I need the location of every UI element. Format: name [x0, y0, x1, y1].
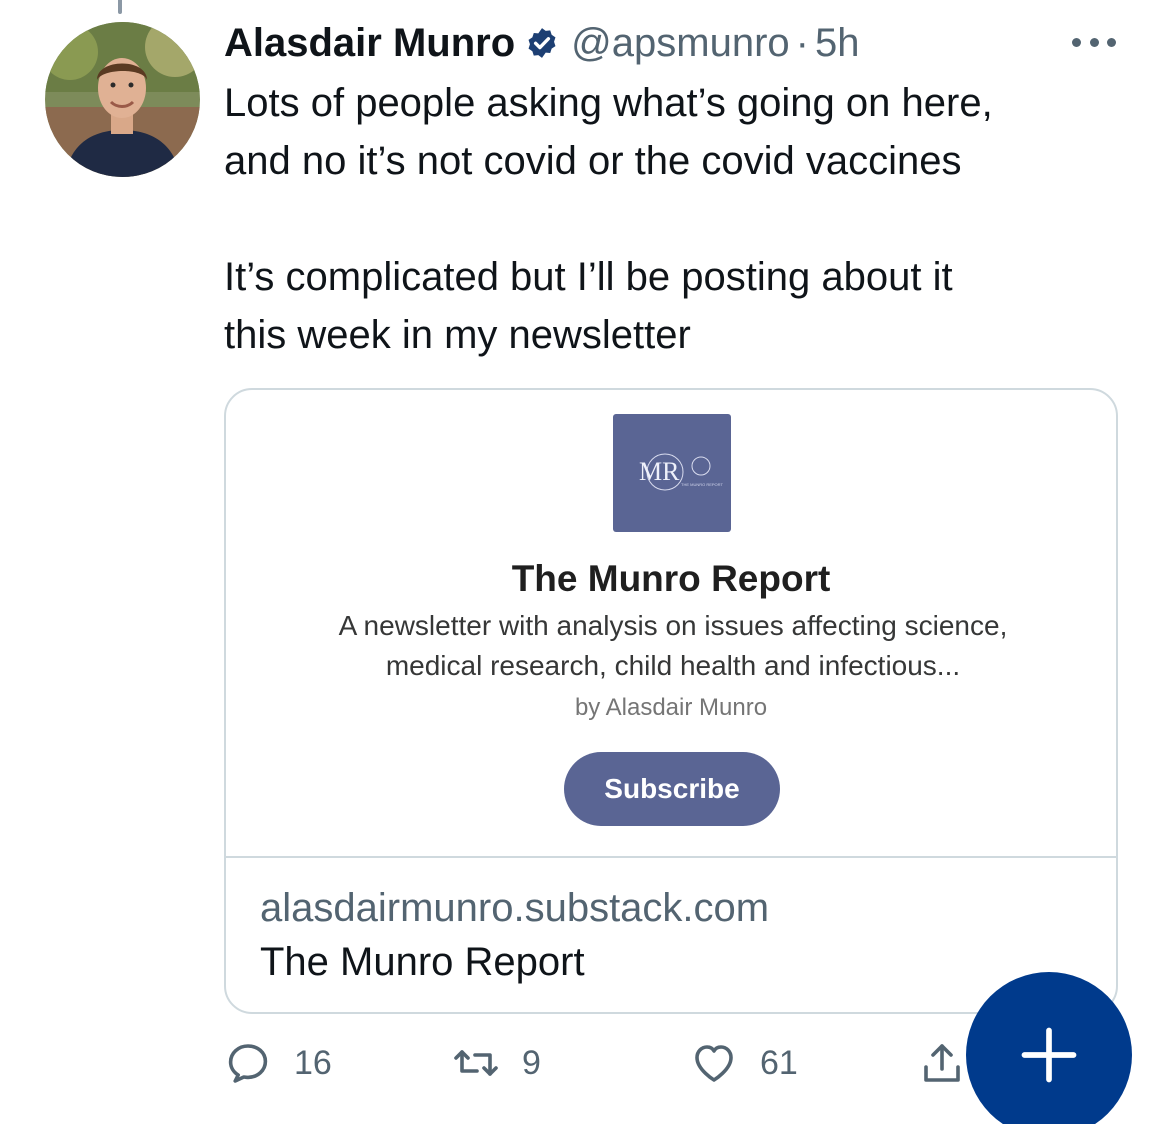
- card-link-title: The Munro Report: [260, 940, 585, 984]
- link-preview-card[interactable]: MR THE MUNRO REPORT The Munro Report A n…: [224, 388, 1118, 1014]
- avatar-photo-icon: [45, 22, 200, 177]
- subscribe-button[interactable]: Subscribe: [564, 752, 780, 826]
- retweet-icon: [454, 1050, 498, 1076]
- heart-icon: [695, 1045, 733, 1082]
- plus-icon: [1021, 1027, 1077, 1083]
- tweet-text: Lots of people asking what’s going on he…: [224, 74, 1124, 364]
- card-title: The Munro Report: [511, 558, 831, 599]
- tweet-text-line: this week in my newsletter: [224, 313, 691, 357]
- tweet-text-line: Lots of people asking what’s going on he…: [224, 81, 993, 125]
- tweet-text-line: It’s complicated but I’ll be posting abo…: [224, 255, 953, 299]
- share-icon: [924, 1044, 960, 1082]
- card-description: A newsletter with analysis on issues aff…: [286, 606, 1060, 686]
- logo-monogram: MR: [639, 457, 680, 486]
- tweet-actions-bar: 16 9 61: [224, 1038, 984, 1088]
- verified-badge-icon: [525, 26, 559, 60]
- retweet-count: 9: [522, 1043, 541, 1082]
- reply-button[interactable]: 16: [224, 1038, 332, 1088]
- thread-connector-line: [118, 0, 122, 14]
- tweet-text-line: and no it’s not covid or the covid vacci…: [224, 139, 962, 183]
- card-description-line: medical research, child health and infec…: [385, 650, 961, 681]
- header-separator: ·: [795, 21, 809, 65]
- munro-report-logo-icon: MR THE MUNRO REPORT: [613, 414, 731, 532]
- author-avatar[interactable]: [45, 22, 200, 177]
- tweet-timestamp[interactable]: 5h: [815, 18, 860, 68]
- like-button[interactable]: 61: [690, 1038, 798, 1088]
- card-byline: by Alasdair Munro: [574, 694, 768, 721]
- like-count: 61: [760, 1043, 798, 1082]
- tweet-screen: Alasdair Munro @apsmunro · 5h Lots of pe…: [0, 0, 1167, 1124]
- share-button[interactable]: [918, 1038, 966, 1088]
- card-embed: MR THE MUNRO REPORT The Munro Report A n…: [226, 390, 1116, 858]
- tweet-header: Alasdair Munro @apsmunro · 5h: [224, 18, 1124, 68]
- card-description-line: A newsletter with analysis on issues aff…: [338, 610, 1008, 641]
- compose-tweet-button[interactable]: [966, 972, 1132, 1124]
- author-handle[interactable]: @apsmunro: [571, 18, 789, 68]
- reply-count: 16: [294, 1043, 332, 1082]
- card-domain: alasdairmunro.substack.com: [260, 886, 770, 930]
- more-dots-icon[interactable]: [1072, 34, 1116, 50]
- reply-icon: [228, 1044, 268, 1083]
- author-display-name[interactable]: Alasdair Munro: [224, 18, 515, 68]
- logo-subtext: THE MUNRO REPORT: [681, 482, 723, 487]
- retweet-button[interactable]: 9: [452, 1038, 541, 1088]
